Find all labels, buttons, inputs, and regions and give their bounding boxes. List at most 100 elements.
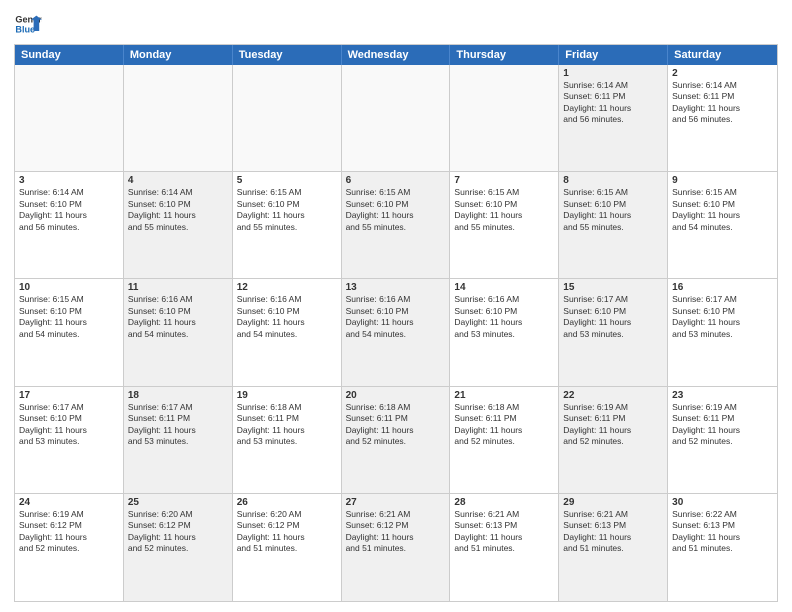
day-cell: 7Sunrise: 6:15 AM Sunset: 6:10 PM Daylig… bbox=[450, 172, 559, 278]
header: General Blue bbox=[14, 10, 778, 38]
day-cell bbox=[124, 65, 233, 171]
cell-info: Sunrise: 6:15 AM Sunset: 6:10 PM Dayligh… bbox=[237, 187, 337, 233]
day-header-sunday: Sunday bbox=[15, 45, 124, 65]
day-number: 20 bbox=[346, 390, 446, 401]
day-cell: 6Sunrise: 6:15 AM Sunset: 6:10 PM Daylig… bbox=[342, 172, 451, 278]
week-row-3: 10Sunrise: 6:15 AM Sunset: 6:10 PM Dayli… bbox=[15, 279, 777, 386]
day-header-tuesday: Tuesday bbox=[233, 45, 342, 65]
day-number: 15 bbox=[563, 282, 663, 293]
day-header-wednesday: Wednesday bbox=[342, 45, 451, 65]
day-number: 10 bbox=[19, 282, 119, 293]
cell-info: Sunrise: 6:19 AM Sunset: 6:11 PM Dayligh… bbox=[563, 402, 663, 448]
cell-info: Sunrise: 6:21 AM Sunset: 6:13 PM Dayligh… bbox=[454, 509, 554, 555]
day-cell: 21Sunrise: 6:18 AM Sunset: 6:11 PM Dayli… bbox=[450, 387, 559, 493]
week-row-1: 1Sunrise: 6:14 AM Sunset: 6:11 PM Daylig… bbox=[15, 65, 777, 172]
cell-info: Sunrise: 6:14 AM Sunset: 6:11 PM Dayligh… bbox=[563, 80, 663, 126]
cell-info: Sunrise: 6:14 AM Sunset: 6:11 PM Dayligh… bbox=[672, 80, 773, 126]
day-number: 27 bbox=[346, 497, 446, 508]
day-cell: 28Sunrise: 6:21 AM Sunset: 6:13 PM Dayli… bbox=[450, 494, 559, 601]
cell-info: Sunrise: 6:15 AM Sunset: 6:10 PM Dayligh… bbox=[454, 187, 554, 233]
cell-info: Sunrise: 6:21 AM Sunset: 6:12 PM Dayligh… bbox=[346, 509, 446, 555]
day-cell: 26Sunrise: 6:20 AM Sunset: 6:12 PM Dayli… bbox=[233, 494, 342, 601]
day-number: 5 bbox=[237, 175, 337, 186]
day-cell: 24Sunrise: 6:19 AM Sunset: 6:12 PM Dayli… bbox=[15, 494, 124, 601]
day-number: 30 bbox=[672, 497, 773, 508]
day-number: 7 bbox=[454, 175, 554, 186]
cell-info: Sunrise: 6:21 AM Sunset: 6:13 PM Dayligh… bbox=[563, 509, 663, 555]
week-row-5: 24Sunrise: 6:19 AM Sunset: 6:12 PM Dayli… bbox=[15, 494, 777, 601]
day-cell bbox=[15, 65, 124, 171]
cell-info: Sunrise: 6:20 AM Sunset: 6:12 PM Dayligh… bbox=[237, 509, 337, 555]
cell-info: Sunrise: 6:19 AM Sunset: 6:12 PM Dayligh… bbox=[19, 509, 119, 555]
day-number: 1 bbox=[563, 68, 663, 79]
day-cell: 18Sunrise: 6:17 AM Sunset: 6:11 PM Dayli… bbox=[124, 387, 233, 493]
day-cell: 25Sunrise: 6:20 AM Sunset: 6:12 PM Dayli… bbox=[124, 494, 233, 601]
cell-info: Sunrise: 6:15 AM Sunset: 6:10 PM Dayligh… bbox=[563, 187, 663, 233]
day-cell bbox=[450, 65, 559, 171]
day-header-friday: Friday bbox=[559, 45, 668, 65]
day-cell: 19Sunrise: 6:18 AM Sunset: 6:11 PM Dayli… bbox=[233, 387, 342, 493]
day-cell: 14Sunrise: 6:16 AM Sunset: 6:10 PM Dayli… bbox=[450, 279, 559, 385]
day-number: 12 bbox=[237, 282, 337, 293]
day-number: 14 bbox=[454, 282, 554, 293]
cell-info: Sunrise: 6:17 AM Sunset: 6:10 PM Dayligh… bbox=[672, 294, 773, 340]
calendar-body: 1Sunrise: 6:14 AM Sunset: 6:11 PM Daylig… bbox=[15, 65, 777, 601]
day-number: 8 bbox=[563, 175, 663, 186]
day-cell: 12Sunrise: 6:16 AM Sunset: 6:10 PM Dayli… bbox=[233, 279, 342, 385]
day-number: 11 bbox=[128, 282, 228, 293]
svg-text:Blue: Blue bbox=[15, 24, 35, 34]
cell-info: Sunrise: 6:16 AM Sunset: 6:10 PM Dayligh… bbox=[454, 294, 554, 340]
week-row-2: 3Sunrise: 6:14 AM Sunset: 6:10 PM Daylig… bbox=[15, 172, 777, 279]
calendar: SundayMondayTuesdayWednesdayThursdayFrid… bbox=[14, 44, 778, 602]
logo-icon: General Blue bbox=[14, 10, 42, 38]
cell-info: Sunrise: 6:18 AM Sunset: 6:11 PM Dayligh… bbox=[454, 402, 554, 448]
day-number: 16 bbox=[672, 282, 773, 293]
day-number: 23 bbox=[672, 390, 773, 401]
day-cell: 23Sunrise: 6:19 AM Sunset: 6:11 PM Dayli… bbox=[668, 387, 777, 493]
day-cell: 27Sunrise: 6:21 AM Sunset: 6:12 PM Dayli… bbox=[342, 494, 451, 601]
cell-info: Sunrise: 6:16 AM Sunset: 6:10 PM Dayligh… bbox=[346, 294, 446, 340]
day-number: 21 bbox=[454, 390, 554, 401]
cell-info: Sunrise: 6:14 AM Sunset: 6:10 PM Dayligh… bbox=[19, 187, 119, 233]
cell-info: Sunrise: 6:19 AM Sunset: 6:11 PM Dayligh… bbox=[672, 402, 773, 448]
day-headers: SundayMondayTuesdayWednesdayThursdayFrid… bbox=[15, 45, 777, 65]
cell-info: Sunrise: 6:16 AM Sunset: 6:10 PM Dayligh… bbox=[128, 294, 228, 340]
day-cell: 20Sunrise: 6:18 AM Sunset: 6:11 PM Dayli… bbox=[342, 387, 451, 493]
day-cell: 10Sunrise: 6:15 AM Sunset: 6:10 PM Dayli… bbox=[15, 279, 124, 385]
cell-info: Sunrise: 6:16 AM Sunset: 6:10 PM Dayligh… bbox=[237, 294, 337, 340]
day-cell: 17Sunrise: 6:17 AM Sunset: 6:10 PM Dayli… bbox=[15, 387, 124, 493]
day-cell bbox=[342, 65, 451, 171]
day-cell: 29Sunrise: 6:21 AM Sunset: 6:13 PM Dayli… bbox=[559, 494, 668, 601]
day-header-thursday: Thursday bbox=[450, 45, 559, 65]
page: General Blue SundayMondayTuesdayWednesda… bbox=[0, 0, 792, 612]
day-cell: 5Sunrise: 6:15 AM Sunset: 6:10 PM Daylig… bbox=[233, 172, 342, 278]
cell-info: Sunrise: 6:17 AM Sunset: 6:11 PM Dayligh… bbox=[128, 402, 228, 448]
day-number: 28 bbox=[454, 497, 554, 508]
day-number: 4 bbox=[128, 175, 228, 186]
cell-info: Sunrise: 6:14 AM Sunset: 6:10 PM Dayligh… bbox=[128, 187, 228, 233]
day-cell: 2Sunrise: 6:14 AM Sunset: 6:11 PM Daylig… bbox=[668, 65, 777, 171]
day-cell: 3Sunrise: 6:14 AM Sunset: 6:10 PM Daylig… bbox=[15, 172, 124, 278]
day-header-saturday: Saturday bbox=[668, 45, 777, 65]
day-cell: 22Sunrise: 6:19 AM Sunset: 6:11 PM Dayli… bbox=[559, 387, 668, 493]
day-cell: 4Sunrise: 6:14 AM Sunset: 6:10 PM Daylig… bbox=[124, 172, 233, 278]
day-cell: 13Sunrise: 6:16 AM Sunset: 6:10 PM Dayli… bbox=[342, 279, 451, 385]
cell-info: Sunrise: 6:18 AM Sunset: 6:11 PM Dayligh… bbox=[346, 402, 446, 448]
day-cell: 30Sunrise: 6:22 AM Sunset: 6:13 PM Dayli… bbox=[668, 494, 777, 601]
cell-info: Sunrise: 6:22 AM Sunset: 6:13 PM Dayligh… bbox=[672, 509, 773, 555]
cell-info: Sunrise: 6:15 AM Sunset: 6:10 PM Dayligh… bbox=[672, 187, 773, 233]
day-number: 29 bbox=[563, 497, 663, 508]
day-cell: 8Sunrise: 6:15 AM Sunset: 6:10 PM Daylig… bbox=[559, 172, 668, 278]
day-number: 2 bbox=[672, 68, 773, 79]
day-number: 17 bbox=[19, 390, 119, 401]
day-header-monday: Monday bbox=[124, 45, 233, 65]
day-number: 26 bbox=[237, 497, 337, 508]
day-cell: 15Sunrise: 6:17 AM Sunset: 6:10 PM Dayli… bbox=[559, 279, 668, 385]
day-cell bbox=[233, 65, 342, 171]
cell-info: Sunrise: 6:18 AM Sunset: 6:11 PM Dayligh… bbox=[237, 402, 337, 448]
week-row-4: 17Sunrise: 6:17 AM Sunset: 6:10 PM Dayli… bbox=[15, 387, 777, 494]
day-cell: 16Sunrise: 6:17 AM Sunset: 6:10 PM Dayli… bbox=[668, 279, 777, 385]
cell-info: Sunrise: 6:17 AM Sunset: 6:10 PM Dayligh… bbox=[563, 294, 663, 340]
logo: General Blue bbox=[14, 10, 42, 38]
day-number: 6 bbox=[346, 175, 446, 186]
